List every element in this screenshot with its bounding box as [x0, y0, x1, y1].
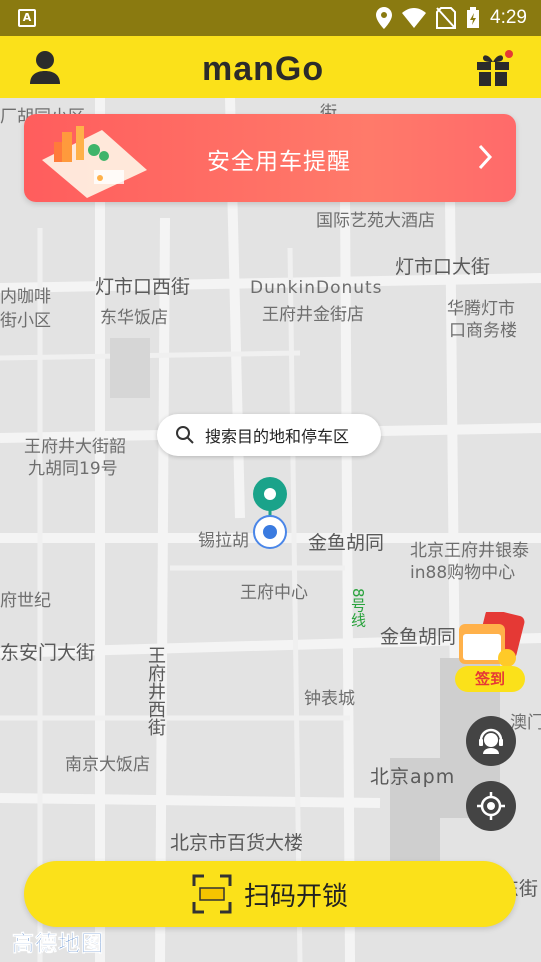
city-illustration — [42, 126, 147, 198]
customer-service-button[interactable] — [466, 716, 516, 766]
app-notification-icon: A — [18, 9, 36, 27]
headset-icon — [479, 728, 503, 754]
map-label: DunkinDonuts — [250, 278, 383, 298]
map-label: 金鱼胡同 — [380, 626, 457, 648]
map-label: 国际艺苑大酒店 — [316, 211, 435, 231]
map-label: 王府井西街 — [145, 646, 166, 736]
daily-signin-button[interactable]: 签到 — [451, 609, 527, 696]
location-icon — [376, 7, 393, 29]
no-sim-icon — [436, 7, 457, 29]
map-label: 北京市百货大楼 — [170, 832, 304, 854]
metro-line-label: 8号线 — [349, 588, 367, 628]
scan-unlock-label: 扫码开锁 — [243, 881, 348, 912]
search-icon — [176, 426, 194, 444]
scan-icon — [192, 874, 232, 914]
wifi-icon — [402, 8, 427, 28]
gift-button[interactable] — [475, 50, 515, 90]
map-label: 九胡同19号 — [28, 459, 118, 479]
map-label: 锡拉胡 — [198, 531, 249, 551]
map-label: 金鱼胡同 — [308, 532, 385, 554]
map-label: 东华饭店 — [100, 308, 168, 328]
map-label: 南京大饭店 — [65, 755, 150, 775]
crosshair-icon — [477, 792, 505, 820]
location-pin-icon — [253, 477, 287, 549]
map-label: 钟表城 — [304, 689, 355, 709]
map-label: 王府中心 — [240, 583, 308, 603]
map-label: 澳门 — [510, 713, 541, 733]
calendar-gift-icon — [459, 609, 525, 667]
scan-unlock-button[interactable]: 扫码开锁 — [24, 861, 516, 927]
map-provider-logo: 高德地图 — [12, 932, 105, 958]
destination-search-input[interactable]: 搜索目的地和停车区 — [157, 414, 381, 456]
safety-reminder-banner[interactable]: 安全用车提醒 — [24, 114, 516, 202]
profile-button[interactable] — [26, 50, 64, 86]
map-label: 东安门大街 — [0, 642, 96, 664]
map-label: 街小区 — [0, 311, 51, 331]
battery-icon — [467, 7, 480, 28]
status-bar: A 4:29 — [0, 0, 541, 36]
map-label: 府世纪 — [0, 591, 51, 611]
map-label: 灯市口大街 — [395, 256, 491, 278]
search-placeholder: 搜索目的地和停车区 — [205, 427, 350, 446]
chevron-right-icon — [478, 144, 493, 170]
map-label: 北京apm — [370, 766, 456, 788]
recenter-location-button[interactable] — [466, 781, 516, 831]
app-logo: manGo — [202, 50, 325, 88]
app-header: manGo — [0, 36, 541, 98]
notification-dot — [505, 50, 513, 58]
map-label: 口商务楼 — [449, 321, 517, 341]
clock: 4:29 — [490, 7, 527, 28]
signin-label: 签到 — [455, 666, 525, 692]
map-label: 王府井金街店 — [262, 305, 364, 325]
user-icon — [30, 51, 60, 84]
map-label: 内咖啡 — [0, 287, 51, 307]
map-label: 灯市口西街 — [95, 276, 191, 298]
map-label: in88购物中心 — [410, 563, 516, 583]
banner-text: 安全用车提醒 — [207, 149, 351, 175]
